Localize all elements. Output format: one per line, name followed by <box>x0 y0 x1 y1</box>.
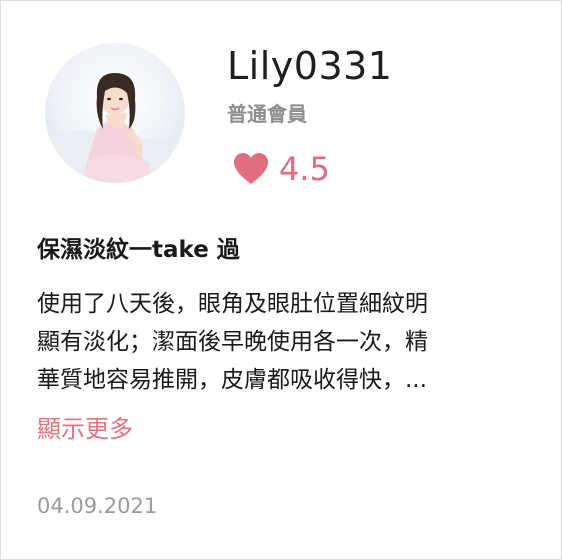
review-body-line: 顯有淡化；潔面後早晚使用各一次，精 <box>37 329 428 355</box>
rating-value: 4.5 <box>279 150 330 188</box>
username: Lily0331 <box>227 44 393 88</box>
review-date: 04.09.2021 <box>37 494 158 518</box>
avatar-photo <box>45 43 185 183</box>
avatar[interactable] <box>45 43 185 183</box>
member-level: 普通會員 <box>227 102 307 126</box>
show-more-link[interactable]: 顯示更多 <box>37 411 133 447</box>
review-title: 保濕淡紋一take 過 <box>37 237 240 263</box>
review-body-line: 使用了八天後，眼角及眼肚位置細紋明 <box>37 291 428 317</box>
rating: 4.5 <box>233 149 330 189</box>
review-body-line: 華質地容易推開，皮膚都吸收得快，... <box>37 367 427 393</box>
review-body: 使用了八天後，眼角及眼肚位置細紋明 顯有淡化；潔面後早晚使用各一次，精 華質地容… <box>37 285 525 399</box>
review-card: Lily0331 普通會員 4.5 保濕淡紋一take 過 使用了八天後，眼角及… <box>0 0 562 560</box>
heart-icon <box>234 153 268 184</box>
